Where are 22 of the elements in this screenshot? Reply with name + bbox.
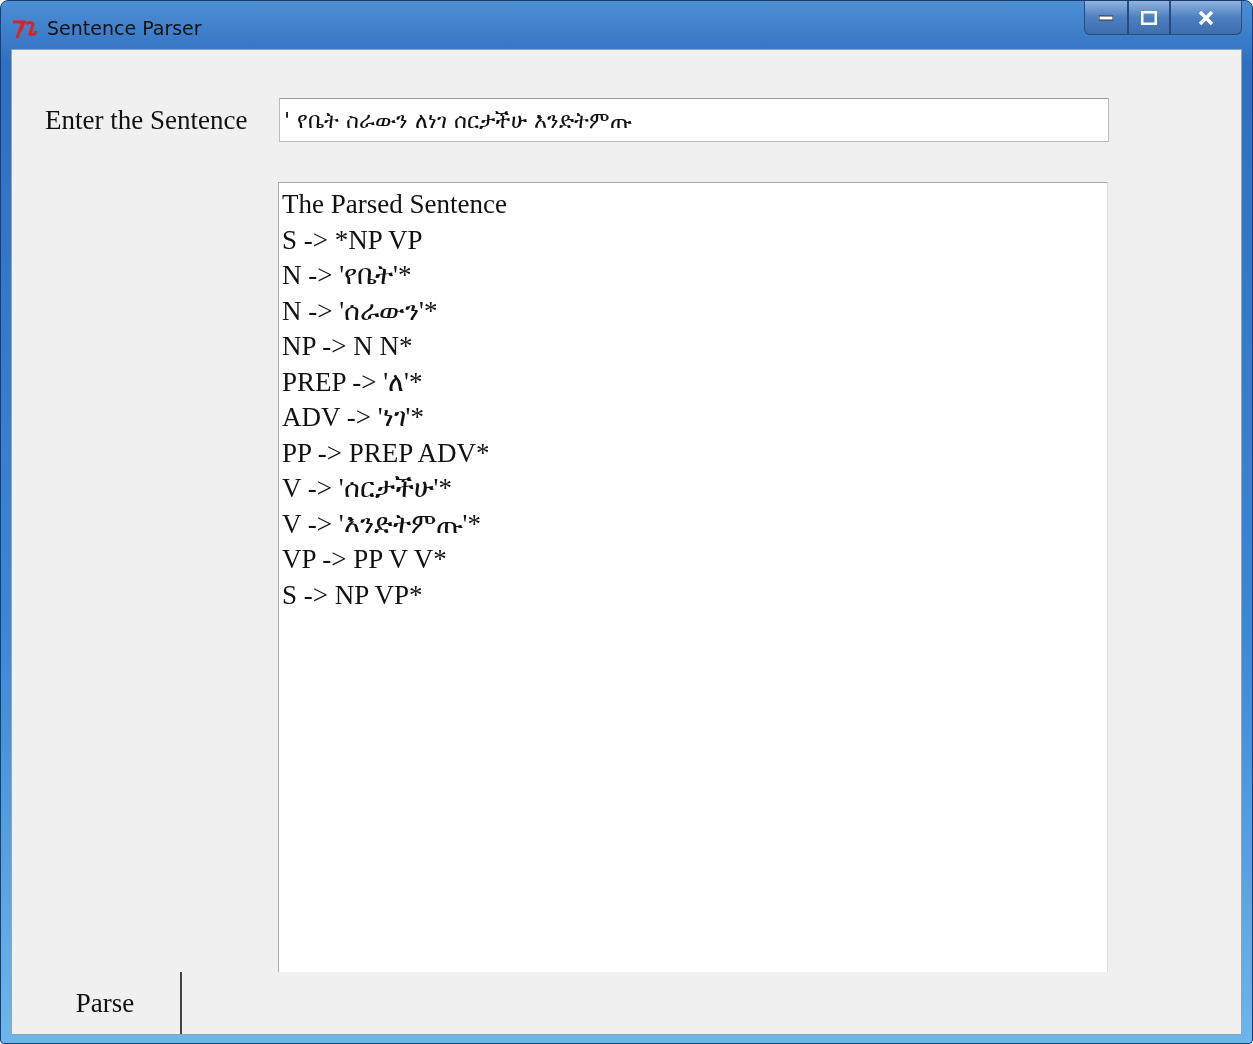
window-title: Sentence Parser (47, 19, 203, 38)
app-icon (11, 18, 39, 40)
output-line: N -> 'ሰራውን'* (282, 294, 439, 328)
output-line: S -> *NP VP (282, 223, 424, 257)
output-line: VP -> PP V V* (282, 543, 448, 576)
maximize-button[interactable] (1128, 1, 1170, 35)
output-line: S -> NP VP* (282, 578, 424, 612)
output-line: ADV -> 'ነገ'* (282, 401, 425, 434)
output-line: V -> 'እንድትምጡ'* (282, 507, 482, 541)
output-line: NP -> N N* (282, 330, 414, 363)
output-line: The Parsed Sentence (282, 188, 508, 221)
output-line: N -> 'የቤት'* (282, 259, 413, 292)
maximize-icon (1141, 10, 1157, 25)
output-line: V -> 'ሰርታችሁ'* (282, 472, 453, 505)
sentence-input[interactable]: ' የቤት ስራውን ለነገ ሰርታችሁ እንድትምጡ (279, 98, 1109, 142)
close-icon (1198, 10, 1214, 25)
output-line: PREP -> 'ለ'* (282, 365, 424, 399)
minimize-icon (1099, 14, 1113, 21)
close-button[interactable] (1170, 1, 1242, 35)
sentence-label: Enter the Sentence (45, 104, 249, 136)
minimize-button[interactable] (1084, 1, 1128, 35)
output-line: PP -> PREP ADV* (282, 436, 491, 470)
